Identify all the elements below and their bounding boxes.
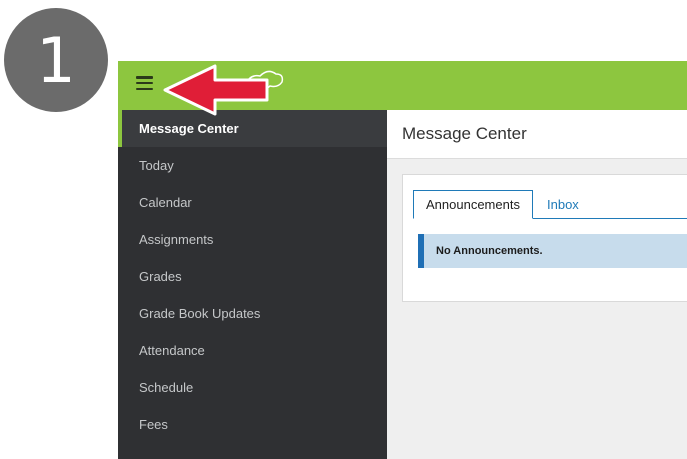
sidebar-item-fees[interactable]: Fees — [118, 406, 387, 443]
sidebar-item-label: Grade Book Updates — [139, 306, 261, 321]
sidebar-item-label: Fees — [139, 417, 168, 432]
tab-inbox[interactable]: Inbox — [535, 190, 591, 218]
main-content: Message Center Announcements Inbox No An… — [387, 110, 687, 459]
announcements-alert: No Announcements. — [418, 234, 687, 268]
tab-announcements[interactable]: Announcements — [413, 190, 533, 219]
app-window: Message Center Today Calendar Assignment… — [118, 61, 687, 459]
sidebar-item-label: Message Center — [139, 121, 239, 136]
sidebar-item-attendance[interactable]: Attendance — [118, 332, 387, 369]
page-title: Message Center — [387, 110, 687, 159]
sidebar-item-label: Calendar — [139, 195, 192, 210]
sidebar-item-schedule[interactable]: Schedule — [118, 369, 387, 406]
sidebar: Message Center Today Calendar Assignment… — [118, 110, 387, 459]
sidebar-item-today[interactable]: Today — [118, 147, 387, 184]
sidebar-item-label: Attendance — [139, 343, 205, 358]
sidebar-item-label: Assignments — [139, 232, 214, 247]
sidebar-item-assignments[interactable]: Assignments — [118, 221, 387, 258]
step-number-badge: 1 — [4, 8, 108, 112]
sidebar-item-label: Today — [139, 158, 174, 173]
sidebar-item-label: Grades — [139, 269, 182, 284]
hamburger-icon[interactable] — [136, 76, 153, 90]
sidebar-item-label: Schedule — [139, 380, 194, 395]
sidebar-item-grades[interactable]: Grades — [118, 258, 387, 295]
red-arrow-icon — [163, 64, 269, 116]
sidebar-item-grade-book-updates[interactable]: Grade Book Updates — [118, 295, 387, 332]
sidebar-item-calendar[interactable]: Calendar — [118, 184, 387, 221]
message-card: Announcements Inbox No Announcements. — [402, 174, 687, 302]
step-number: 1 — [36, 23, 76, 97]
tab-bar: Announcements Inbox — [413, 190, 687, 219]
